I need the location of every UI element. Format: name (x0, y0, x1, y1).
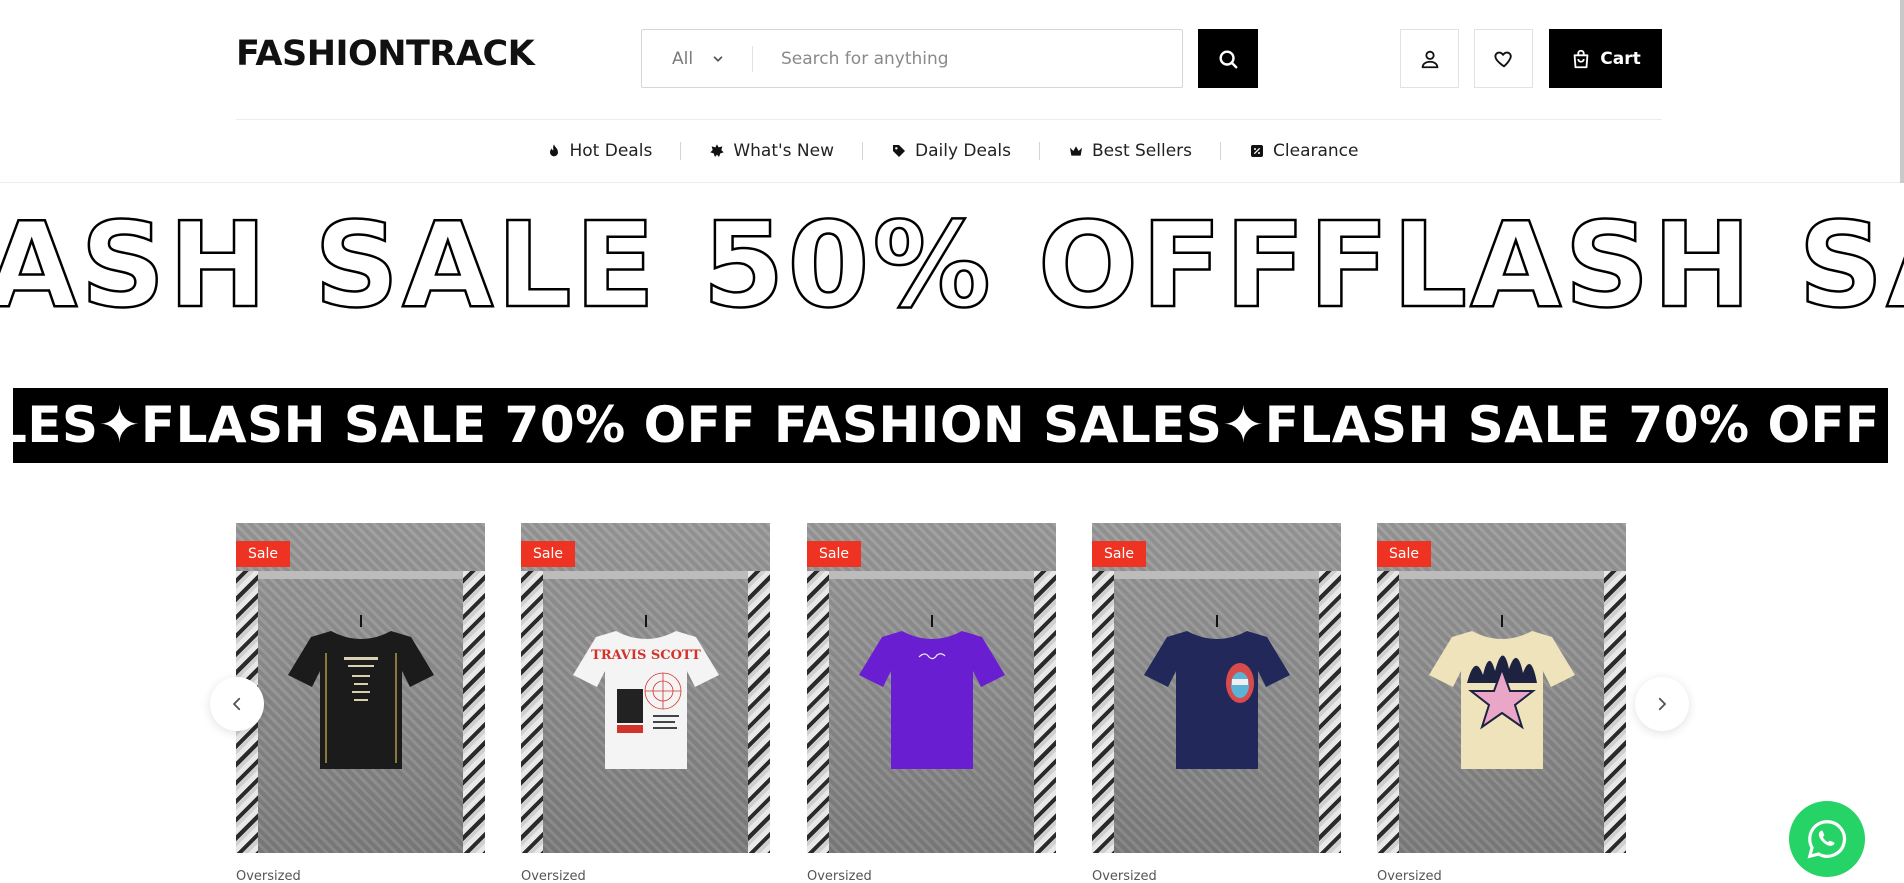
nav-label: Daily Deals (915, 141, 1011, 161)
main-nav: Hot Deals What's New Daily Deals Best Se… (0, 120, 1904, 182)
carousel-next-button[interactable] (1635, 677, 1689, 731)
sale-badge: Sale (1092, 541, 1146, 567)
sale-badge: Sale (521, 541, 575, 567)
heart-icon (1493, 51, 1512, 67)
marquee-band-text: LES✦FLASH SALE 70% OFF FASHION SALES✦FLA… (13, 396, 1888, 454)
product-image[interactable]: Sale (1092, 523, 1341, 853)
chevron-down-icon (713, 55, 723, 62)
search-bar: All (641, 29, 1183, 88)
product-category: Oversized (807, 869, 872, 883)
product-category: Oversized (1377, 869, 1442, 883)
flash-sale-band-marquee: LES✦FLASH SALE 70% OFF FASHION SALES✦FLA… (13, 388, 1888, 463)
product-card[interactable]: Sale Oversized (1377, 523, 1626, 883)
discount-icon (1251, 145, 1264, 157)
sale-badge: Sale (236, 541, 290, 567)
nav-item-hot-deals[interactable]: Hot Deals (518, 141, 681, 161)
sale-badge: Sale (807, 541, 861, 567)
user-icon (1421, 50, 1438, 68)
search-icon (1219, 49, 1238, 68)
whatsapp-icon (1807, 820, 1847, 859)
carousel-prev-button[interactable] (210, 677, 264, 731)
chevron-right-icon (1658, 697, 1666, 711)
search-category-select[interactable]: All (642, 30, 752, 87)
product-category: Oversized (1092, 869, 1157, 883)
product-card[interactable]: Sale Oversized (807, 523, 1056, 883)
svg-text:TRAVIS SCOTT: TRAVIS SCOTT (591, 648, 701, 663)
shopping-bag-icon (1573, 49, 1589, 68)
tshirt-image (287, 615, 434, 769)
nav-divider (0, 182, 1904, 183)
product-carousel: Sale Oversized TRAVIS SCOTT Sale Oversiz… (236, 523, 1676, 883)
product-card[interactable]: TRAVIS SCOTT Sale Oversized (521, 523, 770, 883)
sale-badge: Sale (1377, 541, 1431, 567)
product-category: Oversized (521, 869, 586, 883)
tshirt-image (1428, 615, 1575, 769)
product-image[interactable]: Sale (1377, 523, 1626, 853)
marquee-outline-text: ASH SALE 50% OFFFLASH SALE 50 (0, 200, 1904, 330)
chevron-left-icon (233, 697, 241, 711)
tshirt-image (858, 615, 1005, 769)
nav-item-clearance[interactable]: Clearance (1221, 141, 1386, 161)
cart-button[interactable]: Cart (1549, 29, 1662, 88)
tag-icon (893, 145, 905, 157)
wishlist-button[interactable] (1474, 29, 1533, 88)
product-category: Oversized (236, 869, 301, 883)
tshirt-image (1143, 615, 1290, 769)
page-scrollbar[interactable] (1900, 0, 1904, 183)
search-category-label: All (672, 48, 694, 69)
product-card[interactable]: Sale Oversized (236, 523, 485, 883)
product-image[interactable]: TRAVIS SCOTT Sale (521, 523, 770, 853)
nav-item-daily-deals[interactable]: Daily Deals (863, 141, 1039, 161)
product-card[interactable]: Sale Oversized (1092, 523, 1341, 883)
nav-item-best-sellers[interactable]: Best Sellers (1040, 141, 1220, 161)
nav-item-whats-new[interactable]: What's New (681, 141, 862, 161)
flame-icon (549, 144, 558, 157)
flash-sale-outline-marquee: ASH SALE 50% OFFFLASH SALE 50 (0, 200, 1904, 330)
tshirt-image: TRAVIS SCOTT (572, 615, 719, 769)
nav-label: Best Sellers (1091, 141, 1193, 161)
nav-label: Hot Deals (569, 141, 653, 161)
cart-label: Cart (1600, 48, 1641, 69)
search-button[interactable] (1198, 29, 1258, 88)
account-button[interactable] (1400, 29, 1459, 88)
nav-label: What's New (733, 141, 834, 161)
crown-icon (1069, 146, 1082, 156)
product-image[interactable]: Sale (807, 523, 1056, 853)
whatsapp-chat-button[interactable] (1789, 801, 1865, 877)
site-header: FASHIONTRACK All Cart (0, 0, 1904, 120)
search-input[interactable] (753, 30, 1182, 87)
sparkle-badge-icon (710, 144, 724, 157)
site-logo[interactable]: FASHIONTRACK (236, 34, 535, 74)
product-image[interactable]: Sale (236, 523, 485, 853)
nav-label: Clearance (1273, 141, 1359, 161)
